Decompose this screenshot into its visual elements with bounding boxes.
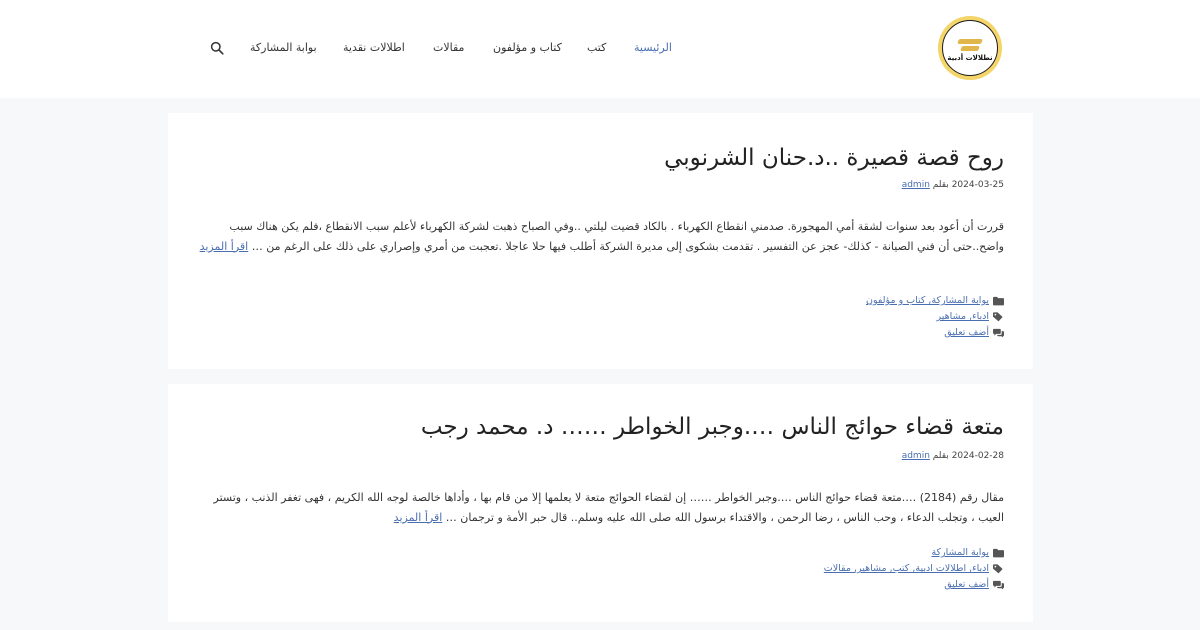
- comments-icon: [993, 580, 1004, 590]
- folder-icon: [993, 296, 1004, 306]
- post-meta: 2024-02-28 بقلم admin: [902, 450, 1004, 462]
- nav-item-authors[interactable]: كتاب و مؤلفون: [493, 38, 562, 58]
- site-header: نطلالات أدبية الرئيسية كتب كتاب و مؤلفون…: [0, 0, 1200, 98]
- post-comments: أضف تعليق: [944, 326, 1004, 340]
- post-categories: بوابة المشاركة: [931, 546, 1004, 560]
- post-card: متعة قضاء حوائج الناس ….وجبر الخواطر …… …: [168, 384, 1033, 622]
- post-excerpt-text: مقال رقم (2184) ….متعة قضاء حوائج الناس …: [213, 491, 1004, 524]
- logo-badge: نطلالات أدبية: [942, 20, 998, 76]
- post-title[interactable]: متعة قضاء حوائج الناس ….وجبر الخواطر …… …: [421, 412, 1004, 442]
- nav-item-home[interactable]: الرئيسية: [634, 38, 672, 58]
- post-categories: بوابة المشاركة, كتاب و مؤلفون: [866, 294, 1004, 308]
- post-categories-links[interactable]: بوابة المشاركة: [931, 547, 989, 558]
- folder-icon: [993, 548, 1004, 558]
- post-tags-links[interactable]: ادباء, اطلالات ادبية, كتب, مشاهير, مقالا…: [824, 563, 989, 574]
- tag-icon: [993, 564, 1003, 574]
- read-more-link[interactable]: اقرأ المزيد: [394, 511, 443, 524]
- search-icon[interactable]: [210, 41, 224, 55]
- post-excerpt-text: قررت أن أعود بعد سنوات لشقة أمي المهجورة…: [229, 220, 1004, 253]
- nav-item-articles[interactable]: مقالات: [433, 38, 464, 58]
- comments-icon: [993, 328, 1004, 338]
- nav-item-critical-views[interactable]: اطلالات نقدية: [343, 38, 405, 58]
- post-title[interactable]: روح قصة قصيرة ..د.حنان الشرنوبي: [664, 143, 1004, 173]
- read-more-link[interactable]: اقرأ المزيد: [200, 240, 249, 253]
- post-excerpt: مقال رقم (2184) ….متعة قضاء حوائج الناس …: [194, 488, 1004, 527]
- post-tags: ادباء, اطلالات ادبية, كتب, مشاهير, مقالا…: [824, 562, 1004, 576]
- post-excerpt: قررت أن أعود بعد سنوات لشقة أمي المهجورة…: [194, 217, 1004, 256]
- logo-text: نطلالات أدبية: [947, 53, 993, 62]
- add-comment-link[interactable]: أضف تعليق: [944, 327, 989, 338]
- nav-item-books[interactable]: كتب: [587, 38, 606, 58]
- site-logo[interactable]: نطلالات أدبية: [938, 16, 1002, 80]
- post-date: 2024-02-28: [951, 451, 1004, 461]
- post-by-label: بقلم: [932, 180, 949, 190]
- post-card: روح قصة قصيرة ..د.حنان الشرنوبي 2024-03-…: [168, 113, 1033, 369]
- post-author-link[interactable]: admin: [902, 180, 930, 190]
- post-by-label: بقلم: [932, 451, 949, 461]
- nav-item-submission-portal[interactable]: بوابة المشاركة: [250, 38, 317, 58]
- post-meta: 2024-03-25 بقلم admin: [902, 179, 1004, 191]
- post-comments: أضف تعليق: [944, 578, 1004, 592]
- main-nav: الرئيسية كتب كتاب و مؤلفون مقالات اطلالا…: [200, 38, 680, 60]
- post-tags: ادباء, مشاهير: [937, 310, 1005, 324]
- post-categories-links[interactable]: بوابة المشاركة, كتاب و مؤلفون: [866, 295, 989, 306]
- post-date: 2024-03-25: [951, 180, 1004, 190]
- post-tags-links[interactable]: ادباء, مشاهير: [937, 311, 990, 322]
- logo-mark-icon: [956, 37, 984, 53]
- post-author-link[interactable]: admin: [902, 451, 930, 461]
- tag-icon: [993, 312, 1003, 322]
- add-comment-link[interactable]: أضف تعليق: [944, 579, 989, 590]
